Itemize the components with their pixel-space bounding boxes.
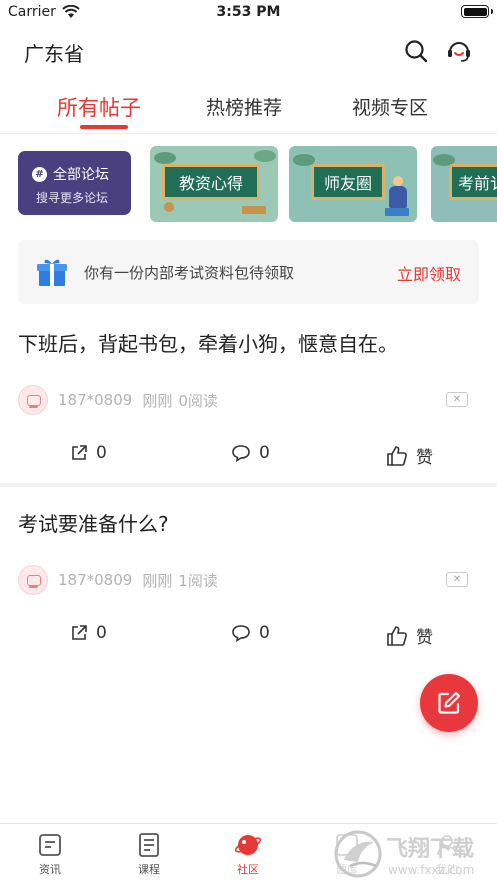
comment-count: 0 (259, 443, 270, 463)
dismiss-post-button[interactable]: ✕ (446, 572, 468, 587)
nav-courses[interactable]: 课程 (119, 832, 179, 877)
comment-count: 0 (259, 623, 270, 643)
thumbs-up-icon (387, 445, 407, 466)
gift-icon (37, 259, 67, 286)
nav-label: 资讯 (39, 863, 61, 876)
edit-icon (438, 692, 460, 714)
post-reads: 0阅读 (178, 391, 218, 410)
tab-video-zone[interactable]: 视频专区 (352, 93, 428, 120)
nav-label: 社区 (237, 863, 259, 876)
watermark-text: 飞翔下载 (386, 836, 474, 862)
forum-card-label: 师友圈 (311, 164, 385, 200)
community-planet-icon (234, 835, 262, 855)
tabs-divider (0, 133, 497, 134)
comment-icon (232, 445, 250, 462)
share-button[interactable]: 0 (70, 443, 107, 463)
hash-icon: # (32, 166, 47, 182)
leaf-decoration (254, 150, 276, 162)
location-selector[interactable]: 广东省 (24, 38, 84, 67)
share-icon (72, 445, 87, 460)
forum-card-exam-prep[interactable]: 考前讠 (431, 146, 497, 222)
post-meta: 187*0809 刚刚 1阅读 (18, 565, 218, 595)
all-forums-title: # 全部论坛 (32, 164, 109, 184)
nav-label: 课程 (138, 863, 160, 876)
like-button[interactable]: 赞 (386, 443, 433, 468)
comment-button[interactable]: 0 (231, 623, 270, 643)
avatar[interactable] (18, 385, 48, 415)
book-decoration (242, 206, 266, 214)
tab-hot-recommend[interactable]: 热榜推荐 (206, 93, 282, 120)
post-reads: 1阅读 (178, 571, 218, 590)
share-count: 0 (96, 623, 107, 643)
share-button[interactable]: 0 (70, 623, 107, 643)
leaf-decoration (154, 152, 176, 164)
person-decoration (389, 186, 407, 208)
post-title[interactable]: 考试要准备什么? (18, 508, 169, 537)
post-time: 刚刚 (142, 571, 173, 590)
dismiss-post-button[interactable]: ✕ (446, 392, 468, 407)
banner-text: 你有一份内部考试资料包待领取 (84, 264, 295, 282)
forum-card-label: 教资心得 (162, 164, 260, 200)
thumbs-up-icon (387, 625, 407, 646)
all-forums-subtitle: 搜寻更多论坛 (36, 191, 109, 205)
status-bar: Carrier 3:53 PM (0, 0, 497, 26)
claim-now-link[interactable]: 立即领取 (397, 261, 461, 285)
all-forums-card[interactable]: # 全部论坛 搜寻更多论坛 (18, 151, 131, 215)
forum-card-label: 考前讠 (449, 164, 497, 200)
avatar[interactable] (18, 565, 48, 595)
post-divider (0, 483, 497, 487)
share-icon (72, 625, 87, 640)
like-label: 赞 (416, 448, 433, 468)
book-decoration (385, 208, 409, 216)
comment-button[interactable]: 0 (231, 443, 270, 463)
active-tab-indicator (80, 125, 128, 129)
share-count: 0 (96, 443, 107, 463)
forum-card-teaching-experience[interactable]: 教资心得 (150, 146, 278, 222)
all-forums-label: 全部论坛 (53, 167, 109, 183)
like-button[interactable]: 赞 (386, 623, 433, 648)
search-icon[interactable] (404, 39, 428, 63)
person-head-decoration (393, 176, 403, 186)
post-title[interactable]: 下班后，背起书包，牵着小狗，惬意自在。 (18, 328, 398, 357)
forum-card-teacher-circle[interactable]: 师友圈 (289, 146, 417, 222)
customer-service-icon[interactable] (446, 38, 472, 64)
post-meta: 187*0809 刚刚 0阅读 (18, 385, 218, 415)
watermark-url: www.fxxz.com (388, 863, 474, 877)
like-label: 赞 (416, 628, 433, 648)
post-time: 刚刚 (142, 391, 173, 410)
watermark-logo: 飞翔下载 www.fxxz.com (330, 826, 497, 882)
dog-decoration (164, 202, 174, 212)
course-icon (139, 833, 159, 857)
comment-icon (232, 625, 250, 642)
nav-community[interactable]: 社区 (218, 832, 278, 877)
post-username: 187*0809 (58, 571, 133, 589)
tab-all-posts[interactable]: 所有帖子 (57, 92, 141, 122)
battery-icon (461, 5, 493, 18)
compose-post-button[interactable] (420, 674, 478, 732)
nav-news[interactable]: 资讯 (20, 832, 80, 877)
news-icon (39, 834, 61, 856)
status-time: 3:53 PM (216, 4, 281, 20)
resource-banner[interactable]: 你有一份内部考试资料包待领取 立即领取 (18, 240, 479, 304)
post-username: 187*0809 (58, 391, 133, 409)
